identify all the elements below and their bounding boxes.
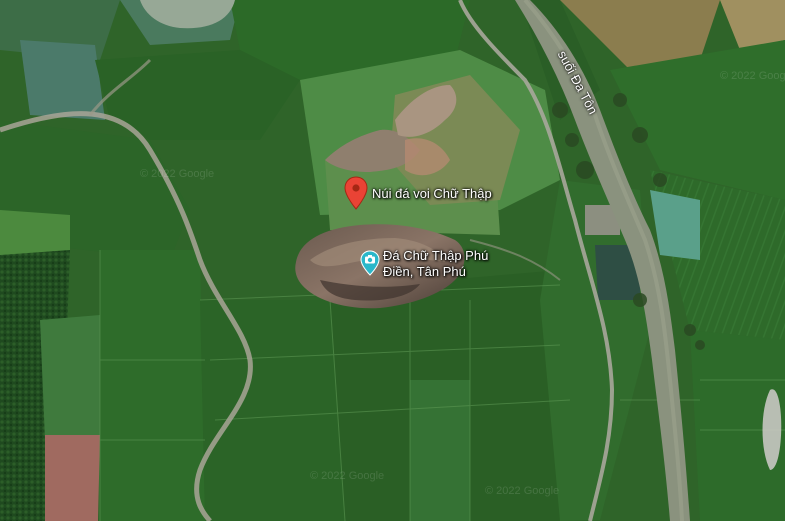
place-marker-da-chu-thap[interactable]: [360, 250, 380, 281]
watermark-text: © 2022 Google: [310, 470, 385, 482]
place-label-nui-da-voi[interactable]: Núi đá voi Chữ Thập: [372, 186, 492, 202]
red-pin-icon: [344, 176, 368, 210]
watermark-text: © 2022 Google: [485, 485, 560, 497]
camera-pin-icon: [360, 250, 380, 276]
place-label-line: Đá Chữ Thập Phú: [383, 248, 489, 263]
place-marker-nui-da-voi[interactable]: [344, 176, 368, 215]
place-label-da-chu-thap[interactable]: Đá Chữ Thập Phú Điền, Tân Phú: [383, 248, 488, 280]
place-label-line: Điền, Tân Phú: [383, 264, 466, 279]
satellite-map[interactable]: © 2022 Google © 2022 Google © 2022 Googl…: [0, 0, 785, 521]
watermark-text: © 2022 Google: [140, 168, 215, 180]
watermark-text: © 2022 Google: [720, 70, 785, 82]
